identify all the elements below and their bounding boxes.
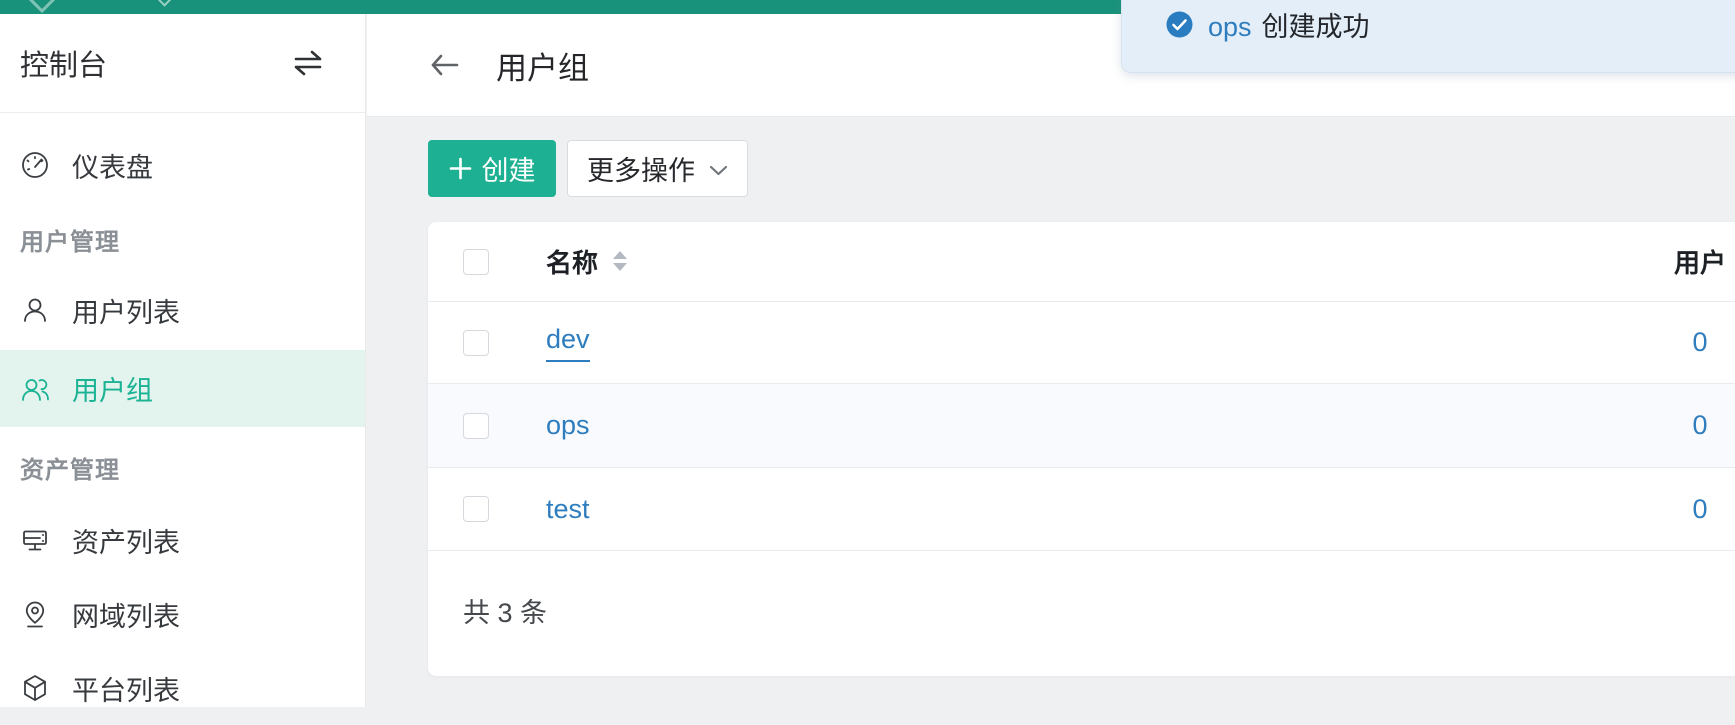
gauge-icon <box>20 150 50 180</box>
back-button[interactable] <box>428 51 460 79</box>
sidebar-menu: 仪表盘 用户管理 用户列表 用户组 资产管理 <box>0 113 365 725</box>
table-row: dev 0 <box>428 301 1735 383</box>
group-users-count-link[interactable]: 0 <box>1692 327 1707 357</box>
row-checkbox[interactable] <box>463 330 489 356</box>
sidebar-item-user-groups[interactable]: 用户组 <box>0 350 365 427</box>
table-row: ops 0 <box>428 383 1735 467</box>
sidebar-item-label: 仪表盘 <box>72 146 153 185</box>
sidebar-item-domain-list[interactable]: 网域列表 <box>0 577 365 651</box>
more-actions-button[interactable]: 更多操作 <box>567 140 748 197</box>
row-checkbox[interactable] <box>463 413 489 439</box>
column-header-name: 名称 <box>546 243 598 280</box>
table-footer-total: 共 3 条 <box>428 550 1735 676</box>
sidebar-section-asset-management: 资产管理 <box>0 453 365 489</box>
logo-icon <box>28 0 56 13</box>
location-pin-icon <box>20 599 50 629</box>
plus-icon <box>449 157 472 180</box>
sidebar-item-asset-list[interactable]: 资产列表 <box>0 503 365 577</box>
group-users-count-link[interactable]: 0 <box>1692 410 1707 440</box>
cube-icon <box>20 673 50 703</box>
toast-message-text: 创建成功 <box>1262 5 1370 44</box>
success-check-icon <box>1166 11 1193 38</box>
sidebar-item-user-list[interactable]: 用户列表 <box>0 273 365 347</box>
console-title: 控制台 <box>20 42 107 84</box>
sidebar-item-label: 网域列表 <box>72 595 180 634</box>
monitor-icon <box>20 525 50 555</box>
sidebar-section-user-management: 用户管理 <box>0 225 365 261</box>
user-icon <box>20 295 50 325</box>
sidebar-item-label: 资产列表 <box>72 521 180 560</box>
more-actions-label: 更多操作 <box>587 149 695 188</box>
sidebar-item-label: 用户组 <box>72 369 153 408</box>
create-button-label: 创建 <box>482 149 536 188</box>
toast-success: ops 创建成功 <box>1121 0 1735 73</box>
row-checkbox[interactable] <box>463 496 489 522</box>
toast-message: ops 创建成功 <box>1208 5 1370 44</box>
group-name-link[interactable]: ops <box>546 410 590 441</box>
page-title: 用户组 <box>496 43 589 88</box>
user-groups-table: 名称 用户 dev 0 ops <box>428 222 1735 676</box>
toast-object-name: ops <box>1208 12 1252 43</box>
users-icon <box>20 374 50 404</box>
group-users-count-link[interactable]: 0 <box>1692 494 1707 524</box>
switch-view-icon[interactable] <box>291 48 325 78</box>
column-header-users: 用户 <box>1635 243 1735 280</box>
sidebar-item-dashboard[interactable]: 仪表盘 <box>0 128 365 202</box>
sidebar: 控制台 仪表盘 用户管理 用户列表 <box>0 14 366 707</box>
select-all-checkbox[interactable] <box>463 249 489 275</box>
group-name-link[interactable]: test <box>546 494 590 525</box>
table-row: test 0 <box>428 467 1735 550</box>
sort-icon[interactable] <box>611 251 629 272</box>
sidebar-item-label: 用户列表 <box>72 291 180 330</box>
create-button[interactable]: 创建 <box>428 140 556 197</box>
toolbar: 创建 更多操作 <box>428 140 748 197</box>
main-content: 创建 更多操作 名称 用户 <box>367 117 1735 707</box>
sidebar-item-platform-list[interactable]: 平台列表 <box>0 651 365 725</box>
table-header-row: 名称 用户 <box>428 222 1735 301</box>
sidebar-item-label: 平台列表 <box>72 669 180 708</box>
sidebar-header: 控制台 <box>0 14 365 113</box>
nav-marker-icon <box>155 0 173 7</box>
group-name-link[interactable]: dev <box>546 324 590 362</box>
chevron-down-icon <box>709 165 728 176</box>
